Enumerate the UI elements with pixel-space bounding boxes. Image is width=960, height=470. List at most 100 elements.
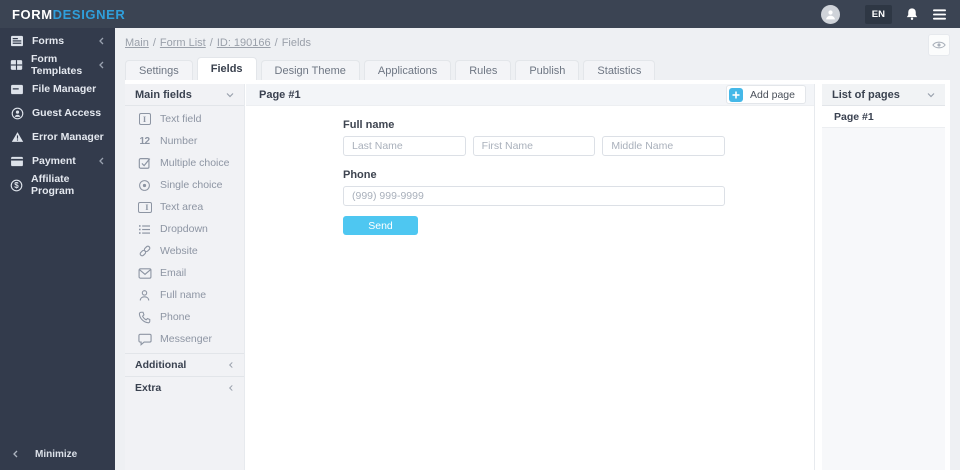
menu-button[interactable] (932, 8, 947, 21)
sidebar-minimize-button[interactable]: Minimize (0, 443, 115, 465)
field-item-dropdown[interactable]: Dropdown (125, 218, 244, 240)
sidebar-item-form-templates[interactable]: Form Templates (0, 53, 115, 77)
main-fields-title: Main fields (135, 88, 192, 101)
form-preview: Full name Phone Send (343, 119, 726, 235)
preview-button[interactable] (928, 34, 950, 56)
list-of-pages-title: List of pages (832, 88, 900, 101)
add-page-label: Add page (750, 88, 795, 101)
breadcrumb-separator: / (209, 37, 213, 49)
chevron-left-icon (12, 450, 19, 458)
user-icon (824, 8, 837, 21)
user-avatar[interactable] (820, 4, 840, 24)
tab-bar: Settings Fields Design Theme Application… (125, 57, 656, 80)
error-manager-icon (10, 131, 24, 143)
sidebar-item-label: Forms (32, 35, 65, 47)
sidebar-item-payment[interactable]: Payment (0, 149, 115, 173)
field-item-phone[interactable]: Phone (125, 306, 244, 328)
breadcrumb-separator: / (152, 37, 156, 49)
field-item-label: Email (160, 267, 187, 279)
field-item-website[interactable]: Website (125, 240, 244, 262)
field-item-label: Messenger (160, 333, 212, 345)
text-area-glyph: I (137, 201, 152, 213)
multiple-choice-icon (137, 156, 152, 170)
number-icon: 12 (137, 136, 152, 147)
sidebar-item-affiliate-program[interactable]: $ Affiliate Program (0, 173, 115, 197)
field-item-label: Full name (160, 289, 207, 301)
sidebar: Forms Form Templates File Manager Guest … (0, 28, 115, 470)
field-item-full-name[interactable]: Full name (125, 284, 244, 306)
field-item-text-area[interactable]: I Text area (125, 196, 244, 218)
page-list-item[interactable]: Page #1 (822, 106, 945, 128)
file-manager-icon (10, 84, 24, 95)
tab-fields[interactable]: Fields (196, 57, 257, 80)
field-item-email[interactable]: Email (125, 262, 244, 284)
section-label: Extra (135, 382, 162, 394)
chevron-left-icon (228, 384, 234, 392)
dollar-glyph: $ (14, 180, 19, 190)
email-icon (137, 267, 152, 279)
field-item-messenger[interactable]: Messenger (125, 328, 244, 350)
field-item-multiple-choice[interactable]: Multiple choice (125, 152, 244, 174)
plus-icon (729, 87, 744, 102)
field-item-text-field[interactable]: I Text field (125, 108, 244, 130)
field-item-label: Website (160, 245, 198, 257)
payment-icon (10, 156, 24, 167)
topbar-controls: EN (820, 4, 960, 24)
breadcrumb-main[interactable]: Main (125, 37, 149, 49)
fields-panel: Main fields I Text field 12 Number Multi… (125, 84, 245, 470)
field-item-label: Single choice (160, 179, 223, 191)
first-name-input[interactable] (472, 136, 596, 156)
sidebar-item-forms[interactable]: Forms (0, 29, 115, 53)
topbar: FORMDESIGNER EN (0, 0, 960, 28)
tab-rules[interactable]: Rules (455, 60, 512, 80)
sidebar-item-label: Form Templates (31, 53, 83, 77)
last-name-input[interactable] (343, 136, 466, 156)
fullname-inputs-row (343, 136, 726, 156)
bell-icon (905, 7, 919, 21)
logo-part-2: DESIGNER (52, 6, 126, 22)
minimize-label: Minimize (35, 448, 78, 460)
chevron-left-icon (98, 37, 105, 45)
sidebar-nav: Forms Form Templates File Manager Guest … (0, 28, 115, 197)
form-canvas: Page #1 Add page Full name Phone Send (246, 84, 815, 470)
middle-name-input[interactable] (602, 136, 726, 156)
sidebar-item-label: Error Manager (32, 131, 104, 143)
field-item-label: Multiple choice (160, 157, 230, 169)
phone-icon (137, 311, 152, 324)
main-fields-header[interactable]: Main fields (125, 84, 244, 106)
phone-field-label: Phone (343, 169, 377, 181)
field-item-number[interactable]: 12 Number (125, 130, 244, 152)
phone-input[interactable] (343, 186, 725, 206)
fields-list: I Text field 12 Number Multiple choice S… (125, 106, 244, 353)
tab-publish[interactable]: Publish (515, 60, 580, 80)
notifications-button[interactable] (905, 7, 919, 21)
section-additional[interactable]: Additional (125, 353, 244, 376)
tab-design-theme[interactable]: Design Theme (260, 60, 360, 80)
chevron-left-icon (98, 61, 105, 69)
list-of-pages-header[interactable]: List of pages (822, 84, 945, 106)
tab-settings[interactable]: Settings (125, 60, 193, 80)
affiliate-program-icon: $ (10, 179, 23, 192)
logo-part-1: FORM (12, 6, 53, 22)
chevron-down-icon (226, 92, 234, 98)
text-field-icon: I (137, 113, 152, 125)
breadcrumb-form-list[interactable]: Form List (160, 37, 206, 49)
language-selector[interactable]: EN (864, 4, 892, 24)
sidebar-item-guest-access[interactable]: Guest Access (0, 101, 115, 125)
sidebar-item-file-manager[interactable]: File Manager (0, 77, 115, 101)
field-item-label: Text field (160, 113, 202, 125)
sidebar-item-label: File Manager (32, 83, 97, 95)
tab-statistics[interactable]: Statistics (583, 60, 656, 80)
breadcrumb-form-id[interactable]: ID: 190166 (217, 37, 271, 49)
eye-icon (932, 40, 946, 50)
tab-applications[interactable]: Applications (363, 60, 452, 80)
sidebar-item-label: Payment (32, 155, 76, 167)
add-page-button[interactable]: Add page (726, 85, 806, 104)
sidebar-item-error-manager[interactable]: Error Manager (0, 125, 115, 149)
section-label: Additional (135, 359, 187, 371)
field-item-single-choice[interactable]: Single choice (125, 174, 244, 196)
forms-icon (10, 35, 24, 47)
send-button[interactable]: Send (343, 216, 418, 235)
section-extra[interactable]: Extra (125, 376, 244, 399)
full-name-icon (137, 289, 152, 302)
